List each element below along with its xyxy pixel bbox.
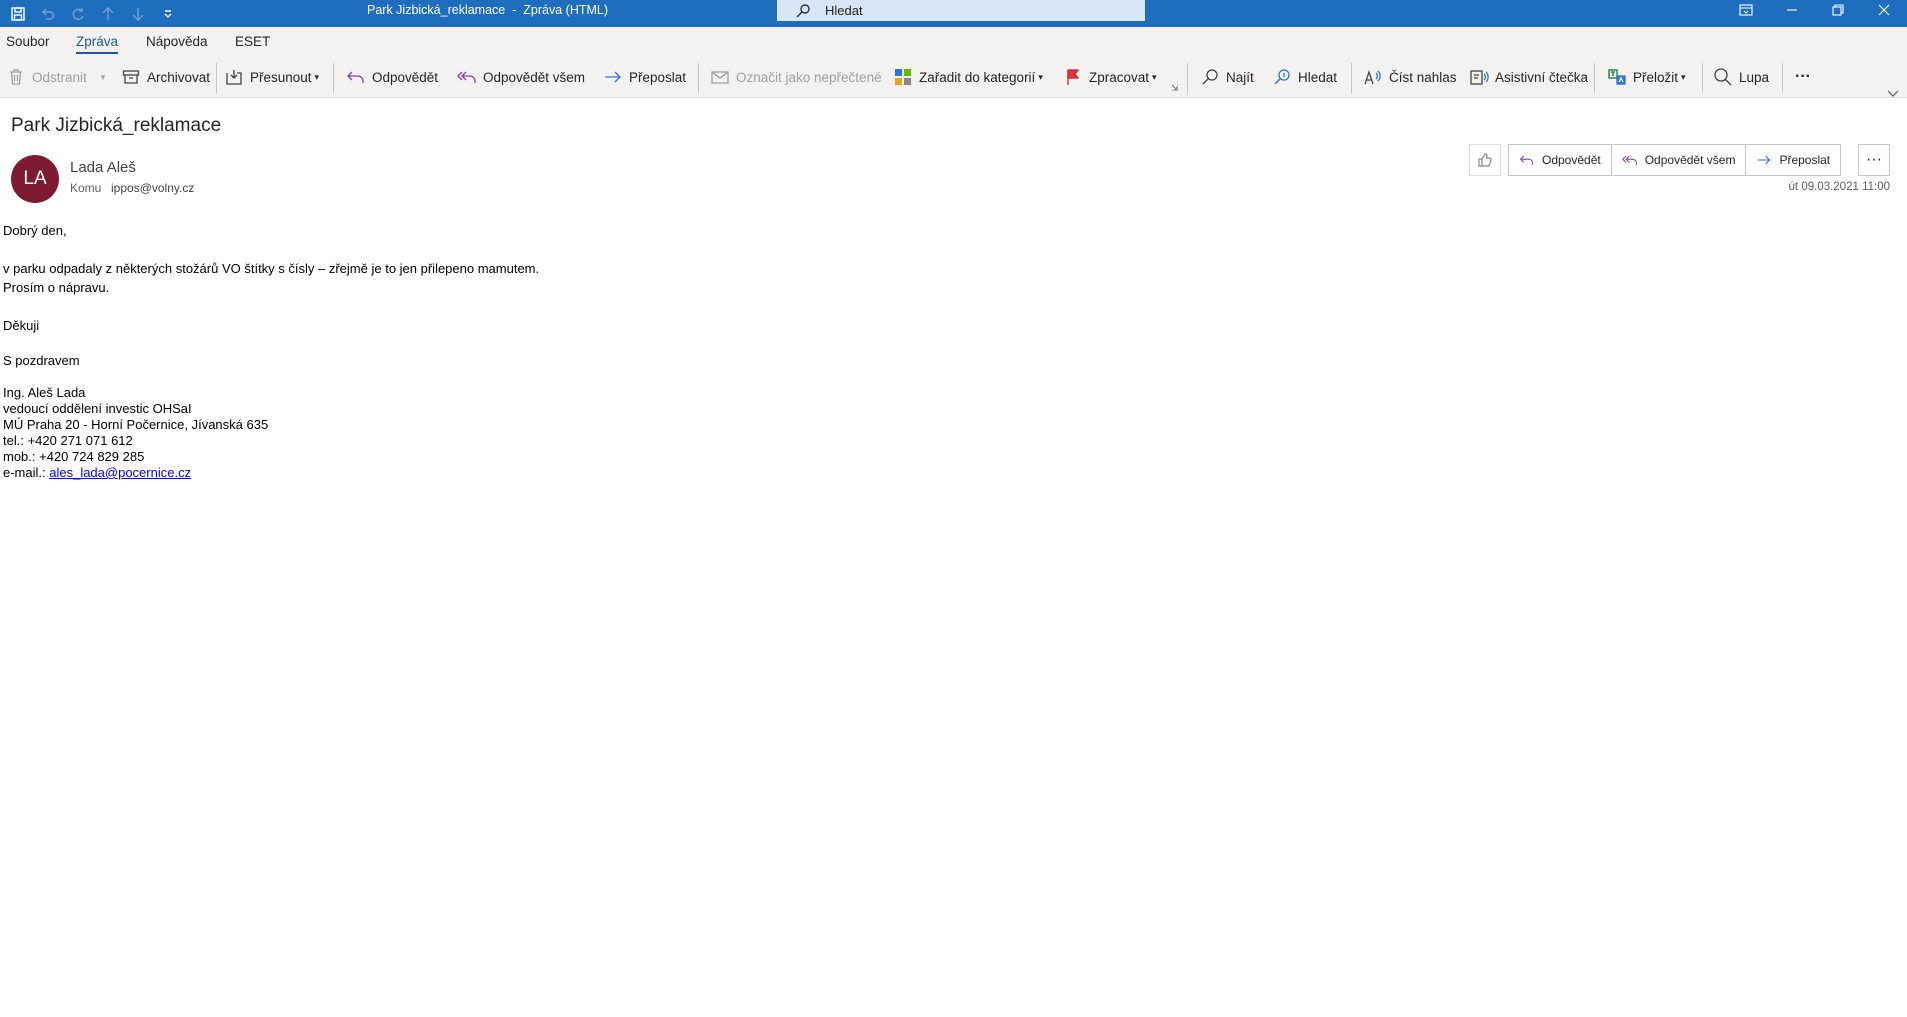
search-input[interactable]	[825, 3, 1125, 18]
reply-all-button[interactable]: Odpovědět všem	[457, 65, 585, 89]
header-reply-button[interactable]: Odpovědět	[1509, 145, 1612, 175]
ribbon-separator	[698, 63, 699, 93]
to-label: Komu	[70, 181, 102, 195]
arrow-down-icon[interactable]	[128, 4, 148, 24]
quick-access-toolbar	[8, 0, 178, 27]
mark-unread-button[interactable]: Označit jako nepřečtené	[710, 65, 882, 89]
chevron-down-icon: ▾	[1152, 71, 1157, 82]
tab-napoveda[interactable]: Nápověda	[146, 34, 208, 49]
undo-icon[interactable]	[38, 4, 58, 24]
translate-button[interactable]: Přeložit ▾	[1607, 65, 1686, 89]
restore-icon[interactable]	[1815, 0, 1861, 20]
delete-button[interactable]: Odstranit ▾	[6, 65, 105, 89]
expand-ribbon-icon[interactable]	[1887, 85, 1899, 103]
header-reply-all-button[interactable]: Odpovědět všem	[1611, 145, 1747, 175]
forward-button[interactable]: Přeposlat	[603, 65, 686, 89]
chevron-down-icon: ▾	[1038, 71, 1043, 82]
close-icon[interactable]	[1861, 0, 1907, 20]
ribbon-separator	[1782, 63, 1783, 93]
minimize-icon[interactable]	[1769, 0, 1815, 20]
search-icon	[796, 3, 810, 17]
sender-name[interactable]: Lada Aleš	[70, 159, 136, 176]
categories-icon	[893, 67, 913, 87]
trash-icon	[6, 67, 26, 87]
reply-icon	[346, 67, 366, 87]
signature-role: vedoucí oddělení investic OHSaI	[3, 401, 192, 416]
signature-phone: tel.: +420 271 071 612	[3, 433, 133, 448]
signature-organization: MÚ Praha 20 - Horní Počernice, Jívanská …	[3, 417, 269, 432]
search-people-button[interactable]: Hledat	[1272, 65, 1337, 89]
magnifier-icon	[1200, 67, 1220, 87]
avatar[interactable]: LA	[11, 155, 59, 203]
body-thanks: Děkuji	[3, 318, 40, 333]
ribbon-separator	[1351, 63, 1352, 93]
chevron-down-icon: ▾	[1681, 71, 1686, 82]
move-button[interactable]: Přesunout ▾	[224, 65, 319, 89]
reply-all-icon	[1621, 155, 1637, 165]
body-line: Prosím o nápravu.	[3, 280, 110, 295]
signature-email-row: e-mail.: ales_lada@pocernice.cz	[3, 465, 191, 480]
signature-mobile: mob.: +420 724 829 285	[3, 449, 145, 464]
ribbon: Odstranit ▾ Archivovat Přesunout ▾ Odpověd…	[0, 57, 1907, 98]
immersive-reader-button[interactable]: Asistivní čtečka	[1469, 65, 1588, 89]
ribbon-separator	[1594, 63, 1595, 93]
search-info-icon	[1272, 67, 1292, 87]
ribbon-tabs: Soubor Zpráva Nápověda ESET	[0, 27, 1907, 57]
thumbs-up-icon	[1478, 153, 1492, 167]
signature-email-label: e-mail.:	[3, 465, 50, 480]
tab-eset[interactable]: ESET	[235, 34, 270, 49]
redo-icon[interactable]	[68, 4, 88, 24]
message-subject: Park Jizbická_reklamace	[11, 115, 222, 136]
ribbon-separator	[333, 63, 334, 93]
tab-zprava[interactable]: Zpráva	[76, 34, 119, 54]
ribbon-display-options-icon[interactable]	[1723, 0, 1769, 20]
customize-toolbar-icon[interactable]	[158, 4, 178, 24]
reply-all-icon	[457, 67, 477, 87]
zoom-icon	[1713, 67, 1733, 87]
like-button[interactable]	[1469, 144, 1501, 176]
envelope-icon	[710, 67, 730, 87]
forward-icon	[1758, 155, 1771, 165]
search-box[interactable]	[777, 0, 1145, 21]
window-title: Park Jizbická_reklamace - Zpráva (HTML)	[367, 3, 609, 17]
more-actions-button[interactable]: ···	[1858, 144, 1890, 176]
ribbon-separator	[1187, 63, 1188, 93]
dialog-launcher-icon[interactable]: ⇲	[1171, 83, 1179, 94]
message-date: út 09.03.2021 11:00	[1788, 181, 1890, 193]
chevron-down-icon: ▾	[314, 71, 320, 82]
tab-soubor[interactable]: Soubor	[6, 34, 50, 49]
message-actions: Odpovědět Odpovědět všem Přeposlat	[1508, 144, 1842, 176]
title-bar: Park Jizbická_reklamace - Zpráva (HTML)	[0, 0, 1907, 27]
chevron-down-icon: ▾	[100, 71, 106, 82]
reply-button[interactable]: Odpovědět	[346, 65, 438, 89]
read-aloud-button[interactable]: Číst nahlas	[1363, 65, 1457, 89]
read-aloud-icon	[1363, 67, 1383, 87]
body-line: v parku odpadaly z některých stožárů VO …	[3, 261, 540, 276]
signature-email-link[interactable]: ales_lada@pocernice.cz	[49, 465, 191, 480]
reply-icon	[1519, 155, 1534, 165]
recipient-address[interactable]: ippos@volny.cz	[111, 181, 194, 195]
save-icon[interactable]	[8, 4, 28, 24]
ribbon-separator	[1702, 63, 1703, 93]
body-regards: S pozdravem	[3, 353, 80, 368]
categorize-button[interactable]: Zařadit do kategorií ▾	[893, 65, 1043, 89]
header-forward-button[interactable]: Přeposlat	[1746, 145, 1841, 175]
window-controls	[1723, 0, 1907, 27]
translate-icon	[1607, 67, 1627, 87]
followup-button[interactable]: Zpracovat ▾	[1063, 65, 1157, 89]
zoom-button[interactable]: Lupa	[1713, 65, 1769, 89]
signature-name: Ing. Aleš Lada	[3, 385, 86, 400]
move-icon	[224, 67, 244, 87]
body-greeting: Dobrý den,	[3, 223, 67, 238]
arrow-up-icon[interactable]	[98, 4, 118, 24]
immersive-reader-icon	[1469, 67, 1489, 87]
flag-icon	[1063, 67, 1083, 87]
ribbon-separator	[216, 63, 217, 93]
archive-icon	[121, 67, 141, 87]
more-commands-button[interactable]: ···	[1795, 65, 1811, 89]
find-button[interactable]: Najít	[1200, 65, 1254, 89]
forward-icon	[603, 67, 623, 87]
archive-button[interactable]: Archivovat	[121, 65, 210, 89]
